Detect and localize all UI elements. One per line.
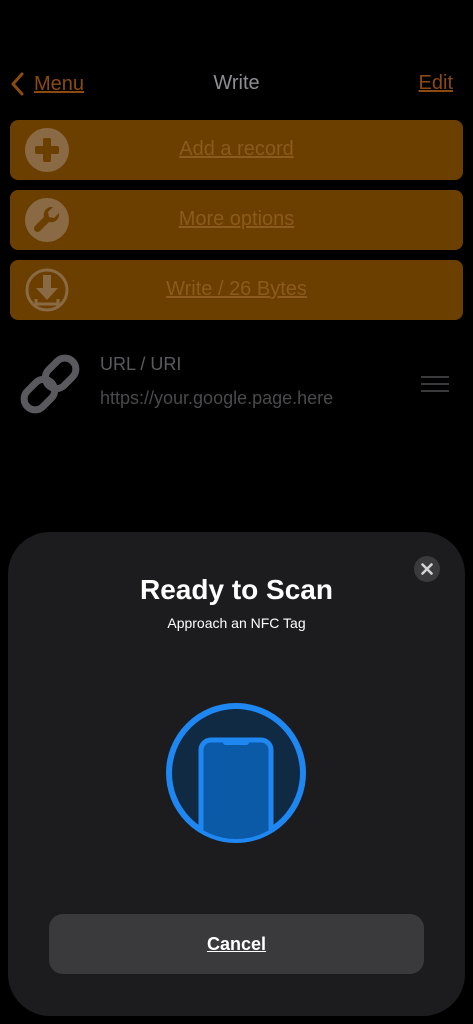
link-icon (20, 354, 80, 414)
record-row[interactable]: URL / URI https://your.google.page.here (0, 340, 473, 430)
sheet-subtitle: Approach an NFC Tag (167, 615, 306, 631)
add-record-button[interactable]: Add a record (10, 120, 463, 180)
cancel-button[interactable]: Cancel (49, 914, 424, 974)
write-label: Write / 26 Bytes (166, 278, 307, 300)
record-value: https://your.google.page.here (100, 388, 334, 408)
page-title: Write (213, 72, 260, 94)
drag-handle-icon[interactable] (421, 376, 449, 392)
more-options-label: More options (178, 208, 295, 230)
sheet-title: Ready to Scan (140, 574, 333, 605)
navigation-bar: Menu Write Edit (0, 62, 473, 106)
write-button[interactable]: Write / 26 Bytes (10, 260, 463, 320)
edit-button[interactable]: Edit (419, 72, 453, 95)
scan-sheet: Ready to Scan Approach an NFC Tag Cancel (8, 532, 465, 1016)
cancel-label: Cancel (206, 934, 267, 954)
add-record-label: Add a record (179, 138, 294, 160)
more-options-button[interactable]: More options (10, 190, 463, 250)
phone-scan-icon (166, 703, 306, 843)
record-type: URL / URI (100, 354, 182, 374)
